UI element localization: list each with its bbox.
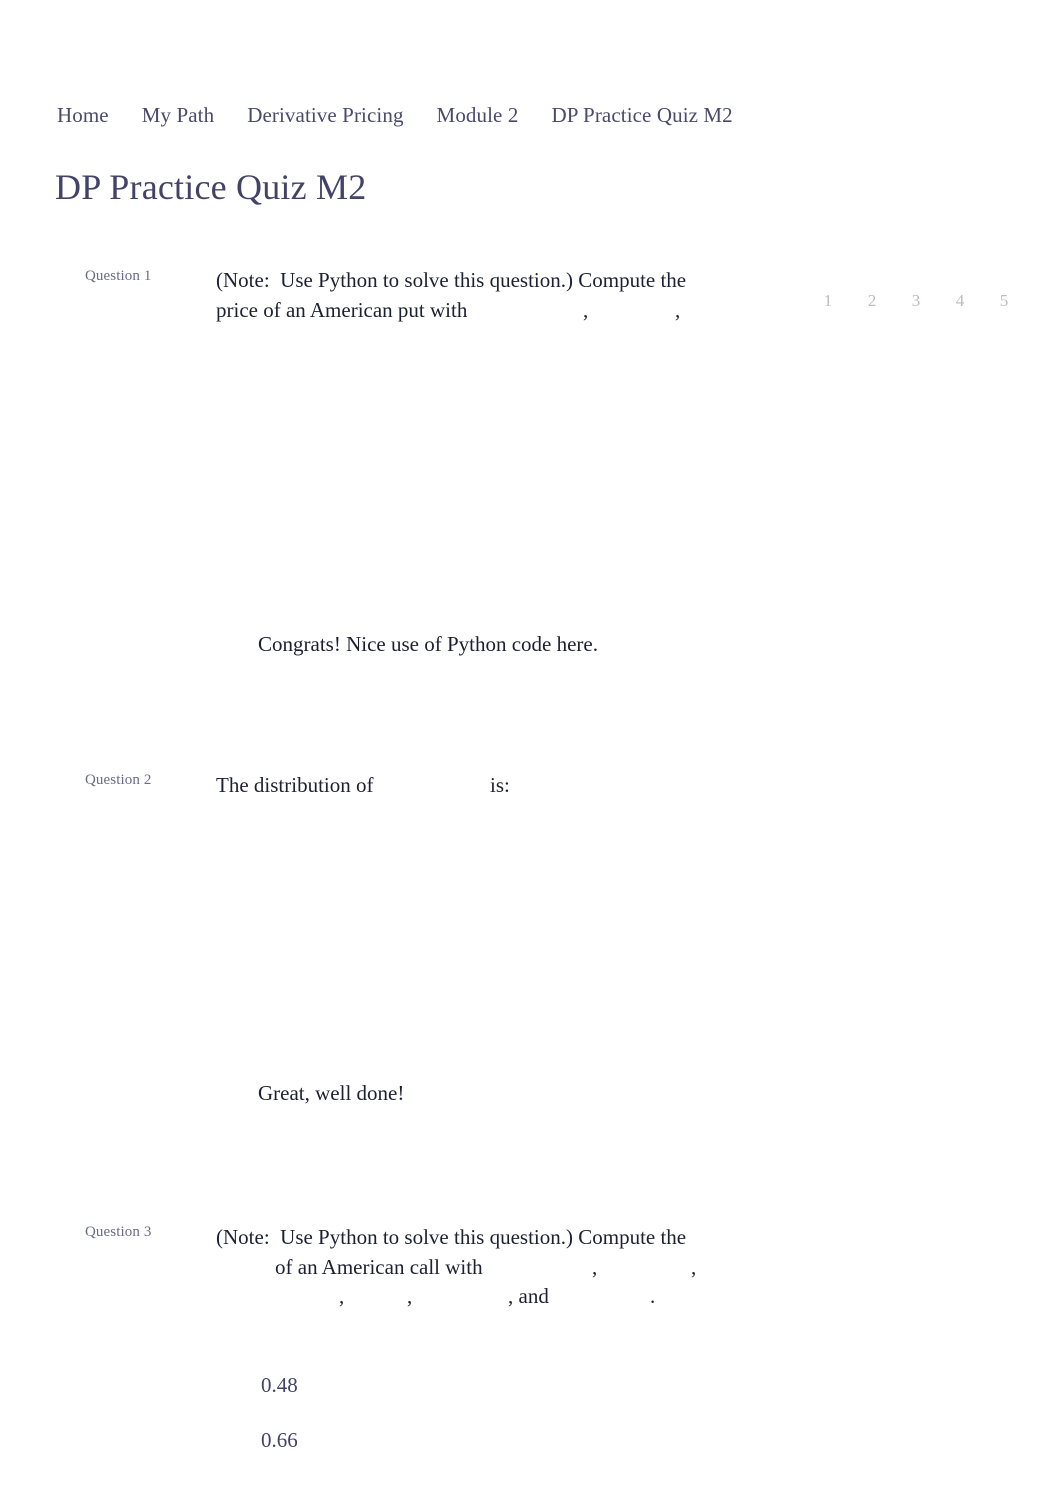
question-3-option-2[interactable]: 0.66 — [261, 1428, 298, 1453]
breadcrumb-item-home[interactable]: Home — [57, 103, 109, 128]
question-3-text-and: , and — [508, 1284, 549, 1308]
question-3-period: . — [650, 1284, 656, 1308]
question-3-option-1[interactable]: 0.48 — [261, 1373, 298, 1398]
question-1-comma-1: , — [583, 298, 589, 322]
question-2-text-suffix: is: — [490, 773, 510, 797]
pagination-page-1[interactable]: 1 — [806, 291, 850, 311]
question-3-label: Question 3 — [85, 1224, 152, 1240]
question-pagination[interactable]: 1 2 3 4 5 — [806, 291, 1026, 311]
question-block-3: Question 3 (Note: Use Python to solve th… — [0, 0, 1062, 1452]
question-1-text-line-1: (Note: Use Python to solve this question… — [216, 268, 687, 292]
question-1-feedback: Congrats! Nice use of Python code here. — [258, 632, 598, 656]
breadcrumb-item-dp-practice-quiz-m2[interactable]: DP Practice Quiz M2 — [551, 103, 732, 128]
question-1-text-line-2: price of an American put with — [216, 298, 468, 322]
pagination-page-5[interactable]: 5 — [982, 291, 1026, 311]
question-3-comma-2: , — [691, 1255, 697, 1279]
question-3-text-line-1: (Note: Use Python to solve this question… — [216, 1225, 687, 1249]
question-1-comma-2: , — [675, 298, 681, 322]
question-2-text-line-1: The distribution of — [216, 773, 374, 797]
question-1-label: Question 1 — [85, 268, 152, 284]
pagination-page-4[interactable]: 4 — [938, 291, 982, 311]
breadcrumb-item-my-path[interactable]: My Path — [142, 103, 214, 128]
pagination-page-3[interactable]: 3 — [894, 291, 938, 311]
breadcrumb: Home My Path Derivative Pricing Module 2… — [57, 103, 733, 128]
question-2-feedback: Great, well done! — [258, 1081, 405, 1105]
breadcrumb-item-module-2[interactable]: Module 2 — [437, 103, 519, 128]
question-3-comma-3: , — [339, 1284, 345, 1308]
breadcrumb-item-derivative-pricing[interactable]: Derivative Pricing — [247, 103, 403, 128]
question-3-comma-1: , — [592, 1255, 598, 1279]
question-2-label: Question 2 — [85, 772, 152, 788]
question-3-text-line-2: of an American call with — [275, 1255, 483, 1279]
pagination-page-2[interactable]: 2 — [850, 291, 894, 311]
question-3-comma-4: , — [407, 1284, 413, 1308]
page-title: DP Practice Quiz M2 — [55, 167, 367, 207]
